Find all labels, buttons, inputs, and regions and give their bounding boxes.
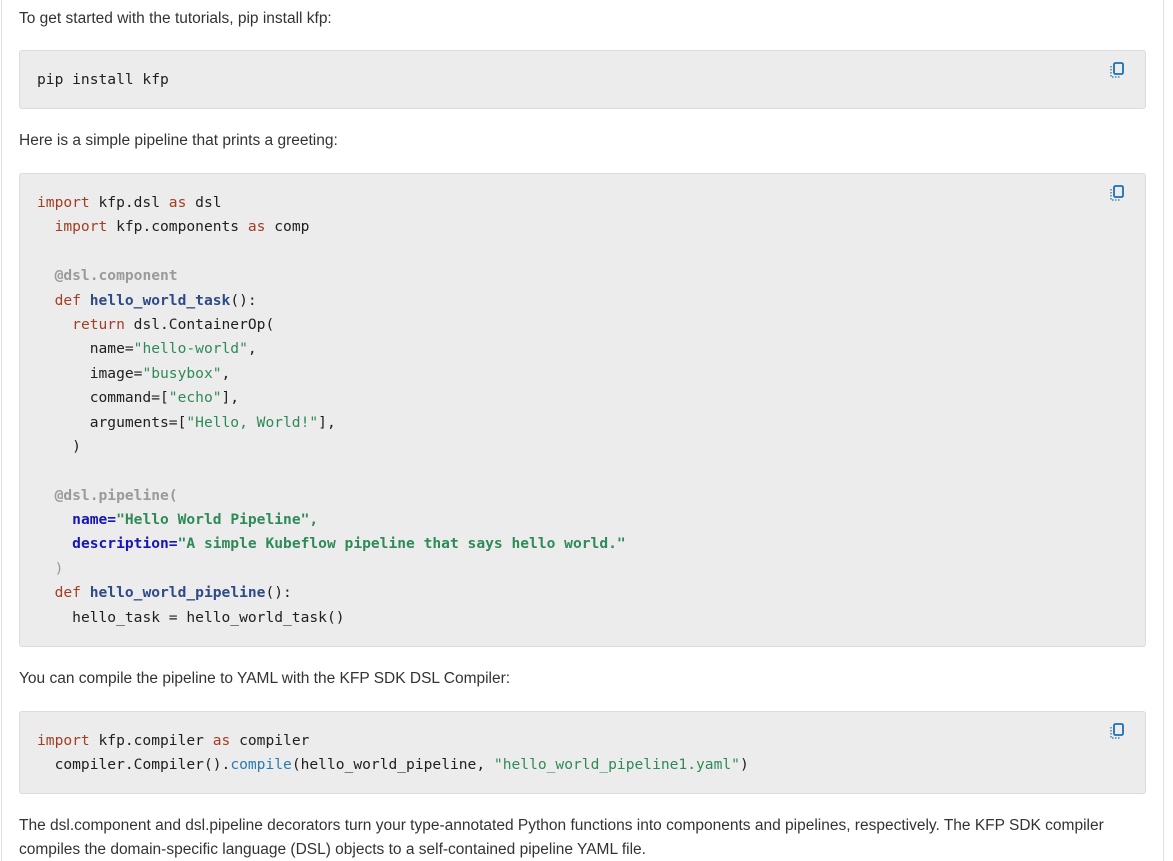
string-literal: "Hello, World!"	[186, 413, 319, 431]
function-name: hello_world_task	[89, 291, 231, 309]
code-line: pip install kfp	[37, 71, 169, 88]
outro-paragraph: The dsl.component and dsl.pipeline decor…	[19, 817, 1104, 858]
decorator: )	[54, 559, 64, 577]
code-text: ,	[247, 340, 257, 358]
code-line: description="A simple Kubeflow pipeline …	[37, 532, 626, 556]
string-literal: "A simple Kubeflow pipeline that says he…	[177, 535, 626, 553]
string-literal: "echo"	[168, 389, 222, 407]
pipeline-code-block: import kfp.dsl as dsl import kfp.compone…	[19, 173, 1146, 647]
code-line: )	[37, 435, 626, 459]
code-line: arguments=["Hello, World!"],	[37, 411, 626, 435]
code-text: )	[739, 756, 749, 774]
argument-name: name=	[72, 511, 117, 529]
code-text: command=[	[89, 389, 169, 407]
code-text: hello_task = hello_world_task()	[72, 608, 345, 626]
keyword: import	[54, 218, 108, 236]
code-text: name=	[89, 340, 134, 358]
function-name: hello_world_pipeline	[89, 584, 266, 602]
compile-code: import kfp.compiler as compiler compiler…	[37, 729, 749, 778]
code-text: dsl	[186, 194, 222, 211]
code-line: @dsl.component	[37, 264, 626, 288]
compile-code-block: import kfp.compiler as compiler compiler…	[19, 711, 1146, 794]
copy-icon[interactable]	[1109, 723, 1125, 741]
code-line: image="busybox",	[37, 362, 626, 386]
keyword: as	[212, 732, 231, 749]
code-text: ():	[230, 291, 257, 309]
code-line: hello_task = hello_world_task()	[37, 606, 626, 630]
method-call: compile	[230, 756, 292, 774]
keyword: def	[54, 291, 81, 309]
code-text: comp	[265, 218, 310, 236]
code-line: @dsl.pipeline(	[37, 484, 626, 508]
code-text: kfp.compiler	[89, 732, 213, 749]
code-text: )	[72, 437, 81, 455]
code-line: import kfp.components as comp	[37, 215, 626, 239]
keyword: def	[54, 584, 81, 602]
keyword: import	[37, 732, 90, 749]
code-text: kfp.dsl	[89, 194, 169, 211]
code-text: ,	[309, 511, 319, 529]
code-line: import kfp.dsl as dsl	[37, 191, 626, 215]
string-literal: "hello-world"	[133, 340, 248, 358]
code-line: compiler.Compiler().compile(hello_world_…	[37, 753, 749, 777]
code-text: ],	[318, 413, 336, 431]
code-line: name="hello-world",	[37, 337, 626, 361]
pipeline-code: import kfp.dsl as dsl import kfp.compone…	[37, 191, 626, 630]
code-line: command=["echo"],	[37, 386, 626, 410]
code-line: )	[37, 557, 626, 581]
decorator: @dsl.component	[54, 267, 178, 285]
code-line: return dsl.ContainerOp(	[37, 313, 626, 337]
argument-name: description=	[72, 535, 178, 553]
keyword: import	[37, 194, 90, 211]
pipeline-intro-paragraph: Here is a simple pipeline that prints a …	[19, 132, 338, 149]
code-text: kfp.components	[107, 218, 248, 236]
code-text: image=	[89, 364, 143, 382]
intro-paragraph: To get started with the tutorials, pip i…	[19, 10, 332, 27]
code-text: ,	[221, 364, 231, 382]
string-literal: "hello_world_pipeline1.yaml"	[493, 756, 740, 774]
code-text: dsl.ContainerOp(	[124, 315, 275, 333]
decorator: @dsl.pipeline(	[54, 486, 178, 504]
copy-icon[interactable]	[1109, 185, 1125, 203]
code-text: compiler.Compiler().	[54, 756, 231, 774]
code-line: def hello_world_pipeline():	[37, 581, 626, 605]
code-line: name="Hello World Pipeline",	[37, 508, 626, 532]
code-line: import kfp.compiler as compiler	[37, 729, 749, 753]
keyword: return	[72, 315, 125, 333]
keyword: as	[168, 194, 187, 211]
code-text: arguments=[	[89, 413, 187, 431]
keyword: as	[247, 218, 266, 236]
code-text: ],	[221, 389, 240, 407]
compile-intro-paragraph: You can compile the pipeline to YAML wit…	[19, 670, 511, 687]
string-literal: "Hello World Pipeline"	[116, 511, 310, 529]
docs-page: To get started with the tutorials, pip i…	[1, 0, 1164, 861]
string-literal: "busybox"	[142, 364, 222, 382]
code-line: def hello_world_task():	[37, 289, 626, 313]
install-code: pip install kfp	[37, 68, 169, 92]
code-text: compiler	[230, 732, 310, 749]
install-code-block: pip install kfp	[19, 50, 1146, 109]
copy-icon[interactable]	[1109, 62, 1125, 80]
code-text: ():	[265, 584, 292, 602]
code-text: (hello_world_pipeline,	[291, 756, 494, 774]
